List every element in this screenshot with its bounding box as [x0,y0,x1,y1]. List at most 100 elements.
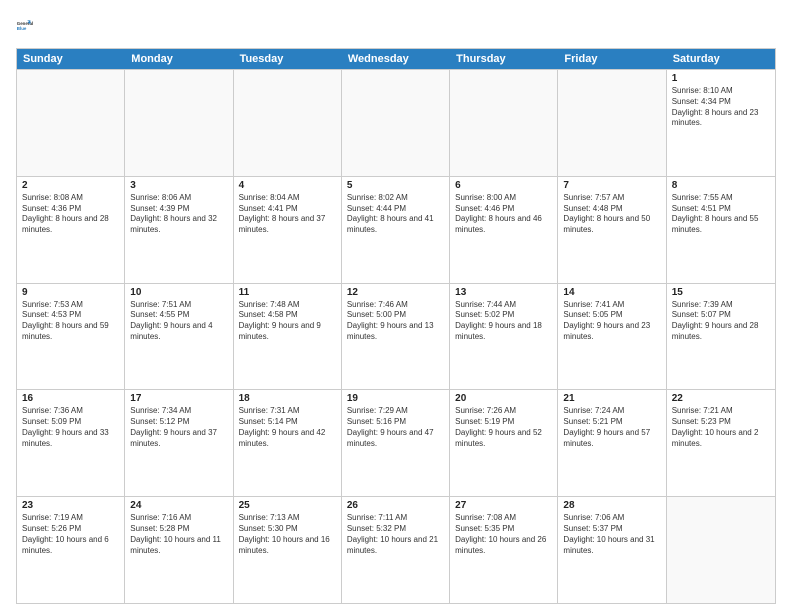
day-info: Sunrise: 7:34 AM Sunset: 5:12 PM Dayligh… [130,406,227,449]
day-number: 15 [672,287,770,298]
day-info: Sunrise: 8:00 AM Sunset: 4:46 PM Dayligh… [455,193,552,236]
day-number: 11 [239,287,336,298]
day-number: 4 [239,180,336,191]
day-info: Sunrise: 7:06 AM Sunset: 5:37 PM Dayligh… [563,513,660,556]
day-number: 2 [22,180,119,191]
day-cell-empty [17,70,125,176]
day-info: Sunrise: 7:11 AM Sunset: 5:32 PM Dayligh… [347,513,444,556]
day-number: 28 [563,500,660,511]
day-cell-7: 7 Sunrise: 7:57 AM Sunset: 4:48 PM Daylig… [558,177,666,283]
day-info: Sunrise: 7:57 AM Sunset: 4:48 PM Dayligh… [563,193,660,236]
day-number: 14 [563,287,660,298]
day-cell-4: 4 Sunrise: 8:04 AM Sunset: 4:41 PM Daylig… [234,177,342,283]
day-number: 7 [563,180,660,191]
day-cell-9: 9 Sunrise: 7:53 AM Sunset: 4:53 PM Daylig… [17,284,125,390]
day-cell-15: 15 Sunrise: 7:39 AM Sunset: 5:07 PM Dayli… [667,284,775,390]
day-number: 18 [239,393,336,404]
day-cell-11: 11 Sunrise: 7:48 AM Sunset: 4:58 PM Dayli… [234,284,342,390]
day-info: Sunrise: 7:39 AM Sunset: 5:07 PM Dayligh… [672,300,770,343]
day-info: Sunrise: 7:31 AM Sunset: 5:14 PM Dayligh… [239,406,336,449]
day-cell-1: 1Sunrise: 8:10 AM Sunset: 4:34 PM Daylig… [667,70,775,176]
day-info: Sunrise: 7:13 AM Sunset: 5:30 PM Dayligh… [239,513,336,556]
day-number: 3 [130,180,227,191]
day-cell-23: 23Sunrise: 7:19 AM Sunset: 5:26 PM Dayli… [17,497,125,603]
day-info: Sunrise: 7:41 AM Sunset: 5:05 PM Dayligh… [563,300,660,343]
day-cell-21: 21Sunrise: 7:24 AM Sunset: 5:21 PM Dayli… [558,390,666,496]
day-cell-5: 5 Sunrise: 8:02 AM Sunset: 4:44 PM Daylig… [342,177,450,283]
day-info: Sunrise: 7:51 AM Sunset: 4:55 PM Dayligh… [130,300,227,343]
weeks-container: 1Sunrise: 8:10 AM Sunset: 4:34 PM Daylig… [17,69,775,603]
logo-icon: General Blue [16,12,44,40]
calendar: SundayMondayTuesdayWednesdayThursdayFrid… [16,48,776,604]
day-info: Sunrise: 8:04 AM Sunset: 4:41 PM Dayligh… [239,193,336,236]
day-cell-22: 22 Sunrise: 7:21 AM Sunset: 5:23 PM Dayli… [667,390,775,496]
day-info: Sunrise: 7:29 AM Sunset: 5:16 PM Dayligh… [347,406,444,449]
day-cell-28: 28 Sunrise: 7:06 AM Sunset: 5:37 PM Dayli… [558,497,666,603]
column-headers: SundayMondayTuesdayWednesdayThursdayFrid… [17,49,775,69]
day-number: 22 [672,393,770,404]
col-header-thursday: Thursday [450,49,558,69]
col-header-tuesday: Tuesday [234,49,342,69]
day-number: 16 [22,393,119,404]
day-info: Sunrise: 8:08 AM Sunset: 4:36 PM Dayligh… [22,193,119,236]
day-cell-26: 26 Sunrise: 7:11 AM Sunset: 5:32 PM Dayli… [342,497,450,603]
day-number: 5 [347,180,444,191]
day-cell-6: 6 Sunrise: 8:00 AM Sunset: 4:46 PM Daylig… [450,177,558,283]
day-cell-13: 13 Sunrise: 7:44 AM Sunset: 5:02 PM Dayli… [450,284,558,390]
day-cell-empty [450,70,558,176]
day-info: Sunrise: 7:46 AM Sunset: 5:00 PM Dayligh… [347,300,444,343]
col-header-wednesday: Wednesday [342,49,450,69]
day-cell-empty [125,70,233,176]
col-header-sunday: Sunday [17,49,125,69]
day-info: Sunrise: 7:53 AM Sunset: 4:53 PM Dayligh… [22,300,119,343]
col-header-saturday: Saturday [667,49,775,69]
day-number: 8 [672,180,770,191]
day-cell-25: 25 Sunrise: 7:13 AM Sunset: 5:30 PM Dayli… [234,497,342,603]
svg-text:General: General [17,21,33,26]
day-number: 10 [130,287,227,298]
week-row-4: 16 Sunrise: 7:36 AM Sunset: 5:09 PM Dayli… [17,389,775,496]
svg-text:Blue: Blue [17,26,27,31]
day-info: Sunrise: 8:02 AM Sunset: 4:44 PM Dayligh… [347,193,444,236]
day-info: Sunrise: 7:08 AM Sunset: 5:35 PM Dayligh… [455,513,552,556]
day-cell-empty [667,497,775,603]
day-cell-16: 16 Sunrise: 7:36 AM Sunset: 5:09 PM Dayli… [17,390,125,496]
day-number: 26 [347,500,444,511]
day-info: Sunrise: 7:55 AM Sunset: 4:51 PM Dayligh… [672,193,770,236]
day-number: 12 [347,287,444,298]
day-cell-8: 8 Sunrise: 7:55 AM Sunset: 4:51 PM Daylig… [667,177,775,283]
day-info: Sunrise: 7:19 AM Sunset: 5:26 PM Dayligh… [22,513,119,556]
day-number: 6 [455,180,552,191]
header: General Blue [16,12,776,40]
day-number: 20 [455,393,552,404]
day-info: Sunrise: 7:16 AM Sunset: 5:28 PM Dayligh… [130,513,227,556]
day-info: Sunrise: 8:06 AM Sunset: 4:39 PM Dayligh… [130,193,227,236]
day-cell-17: 17 Sunrise: 7:34 AM Sunset: 5:12 PM Dayli… [125,390,233,496]
day-cell-empty [558,70,666,176]
logo: General Blue [16,12,48,40]
week-row-5: 23Sunrise: 7:19 AM Sunset: 5:26 PM Dayli… [17,496,775,603]
day-info: Sunrise: 7:44 AM Sunset: 5:02 PM Dayligh… [455,300,552,343]
day-info: Sunrise: 7:21 AM Sunset: 5:23 PM Dayligh… [672,406,770,449]
day-info: Sunrise: 7:36 AM Sunset: 5:09 PM Dayligh… [22,406,119,449]
day-cell-18: 18 Sunrise: 7:31 AM Sunset: 5:14 PM Dayli… [234,390,342,496]
col-header-monday: Monday [125,49,233,69]
day-number: 24 [130,500,227,511]
day-cell-10: 10 Sunrise: 7:51 AM Sunset: 4:55 PM Dayli… [125,284,233,390]
day-cell-empty [342,70,450,176]
day-info: Sunrise: 7:48 AM Sunset: 4:58 PM Dayligh… [239,300,336,343]
day-number: 9 [22,287,119,298]
day-number: 13 [455,287,552,298]
day-number: 1 [672,73,770,84]
day-cell-empty [234,70,342,176]
week-row-3: 9 Sunrise: 7:53 AM Sunset: 4:53 PM Daylig… [17,283,775,390]
day-number: 17 [130,393,227,404]
week-row-2: 2 Sunrise: 8:08 AM Sunset: 4:36 PM Daylig… [17,176,775,283]
day-cell-24: 24 Sunrise: 7:16 AM Sunset: 5:28 PM Dayli… [125,497,233,603]
day-info: Sunrise: 7:24 AM Sunset: 5:21 PM Dayligh… [563,406,660,449]
col-header-friday: Friday [558,49,666,69]
day-number: 25 [239,500,336,511]
day-cell-14: 14 Sunrise: 7:41 AM Sunset: 5:05 PM Dayli… [558,284,666,390]
day-cell-2: 2 Sunrise: 8:08 AM Sunset: 4:36 PM Daylig… [17,177,125,283]
day-cell-20: 20Sunrise: 7:26 AM Sunset: 5:19 PM Dayli… [450,390,558,496]
